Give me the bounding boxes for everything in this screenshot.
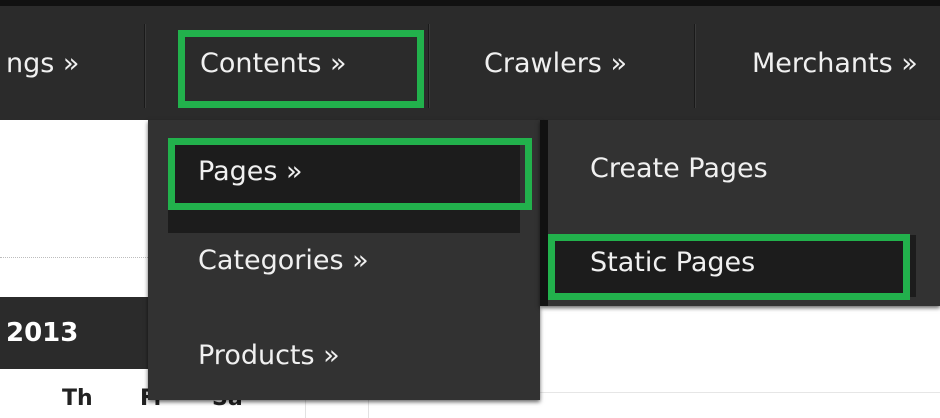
nav-divider: [144, 24, 145, 108]
highlight-box-static-pages: [548, 234, 910, 300]
nav-item-settings[interactable]: ngs »: [6, 6, 79, 120]
top-nav-bar: ngs » Contents » Crawlers » Merchants »: [0, 0, 940, 120]
highlight-box-pages: [168, 138, 532, 210]
menu-item-label: Categories »: [198, 245, 369, 276]
menu-item-products[interactable]: Products »: [198, 340, 340, 371]
dotted-divider: [0, 257, 156, 258]
nav-item-label: Merchants »: [752, 47, 918, 79]
table-gridline: [540, 392, 940, 393]
nav-item-label: ngs »: [6, 47, 80, 79]
nav-divider: [694, 24, 695, 108]
page-background: [0, 120, 156, 418]
calendar-year: 2013: [6, 318, 79, 348]
calendar-header: 2013: [0, 297, 156, 369]
nav-item-label: Crawlers »: [484, 47, 627, 79]
nav-item-merchants[interactable]: Merchants »: [752, 6, 918, 120]
calendar-day-label: Th: [62, 386, 93, 411]
submenu-separator: [540, 120, 548, 306]
menu-item-label: Create Pages: [590, 153, 768, 184]
highlight-box-contents: [178, 30, 424, 108]
nav-item-crawlers[interactable]: Crawlers »: [484, 6, 627, 120]
nav-divider: [428, 24, 429, 108]
menu-item-label: Products »: [198, 340, 340, 371]
menu-item-create-pages[interactable]: Create Pages: [590, 153, 768, 184]
menu-item-categories[interactable]: Categories »: [198, 245, 369, 276]
